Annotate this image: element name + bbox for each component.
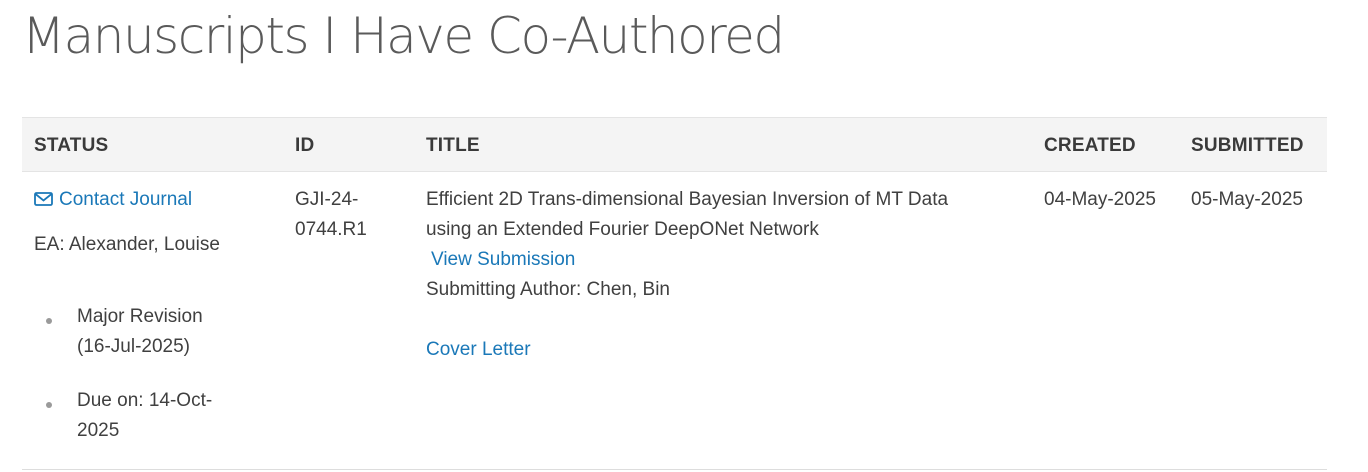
status-decision-line2: (16-Jul-2025) [77,336,190,357]
column-header-submitted[interactable]: SUBMITTED [1191,135,1304,157]
status-decision: Major Revision (16-Jul-2025) [77,302,203,362]
cover-letter-label[interactable]: Cover Letter [426,339,531,360]
column-header-id[interactable]: ID [295,135,314,157]
view-submission-label[interactable]: View Submission [431,249,575,270]
submitted-date: 05-May-2025 [1191,189,1303,210]
manuscript-title-line1: Efficient 2D Trans-dimensional Bayesian … [426,189,949,210]
manuscripts-table: STATUS ID TITLE CREATED SUBMITTED Contac… [22,117,1327,471]
column-header-title[interactable]: TITLE [426,135,480,157]
manuscript-id-line2: 0744.R1 [295,219,367,240]
contact-journal-link[interactable]: Contact Journal [34,185,192,215]
cover-letter-link[interactable]: Cover Letter [426,335,531,365]
manuscript-id-line1: GJI-24- [295,189,359,210]
view-submission-link[interactable]: View Submission [431,245,575,275]
manuscript-title-line2: using an Extended Fourier DeepONet Netwo… [426,219,819,240]
manuscript-id: GJI-24- 0744.R1 [295,185,367,245]
created-date: 04-May-2025 [1044,189,1156,210]
column-header-created[interactable]: CREATED [1044,135,1136,157]
table-header: STATUS ID TITLE CREATED SUBMITTED [22,117,1327,172]
row-divider [22,469,1327,470]
status-due-date: Due on: 14-Oct- 2025 [77,386,212,446]
status-decision-line1: Major Revision [77,306,203,327]
contact-journal-label[interactable]: Contact Journal [59,189,192,210]
bullet-icon [46,318,52,324]
status-due-line1: Due on: 14-Oct- [77,390,213,411]
page-title: Manuscripts I Have Co-Authored [22,7,785,65]
manuscript-title: Efficient 2D Trans-dimensional Bayesian … [426,185,948,245]
bullet-icon [46,402,52,408]
submitting-author: Submitting Author: Chen, Bin [426,279,670,300]
column-header-status[interactable]: STATUS [34,135,108,157]
status-due-line2: 2025 [77,420,120,441]
editor-assignment: EA: Alexander, Louise [34,234,220,255]
envelope-icon [34,192,53,206]
